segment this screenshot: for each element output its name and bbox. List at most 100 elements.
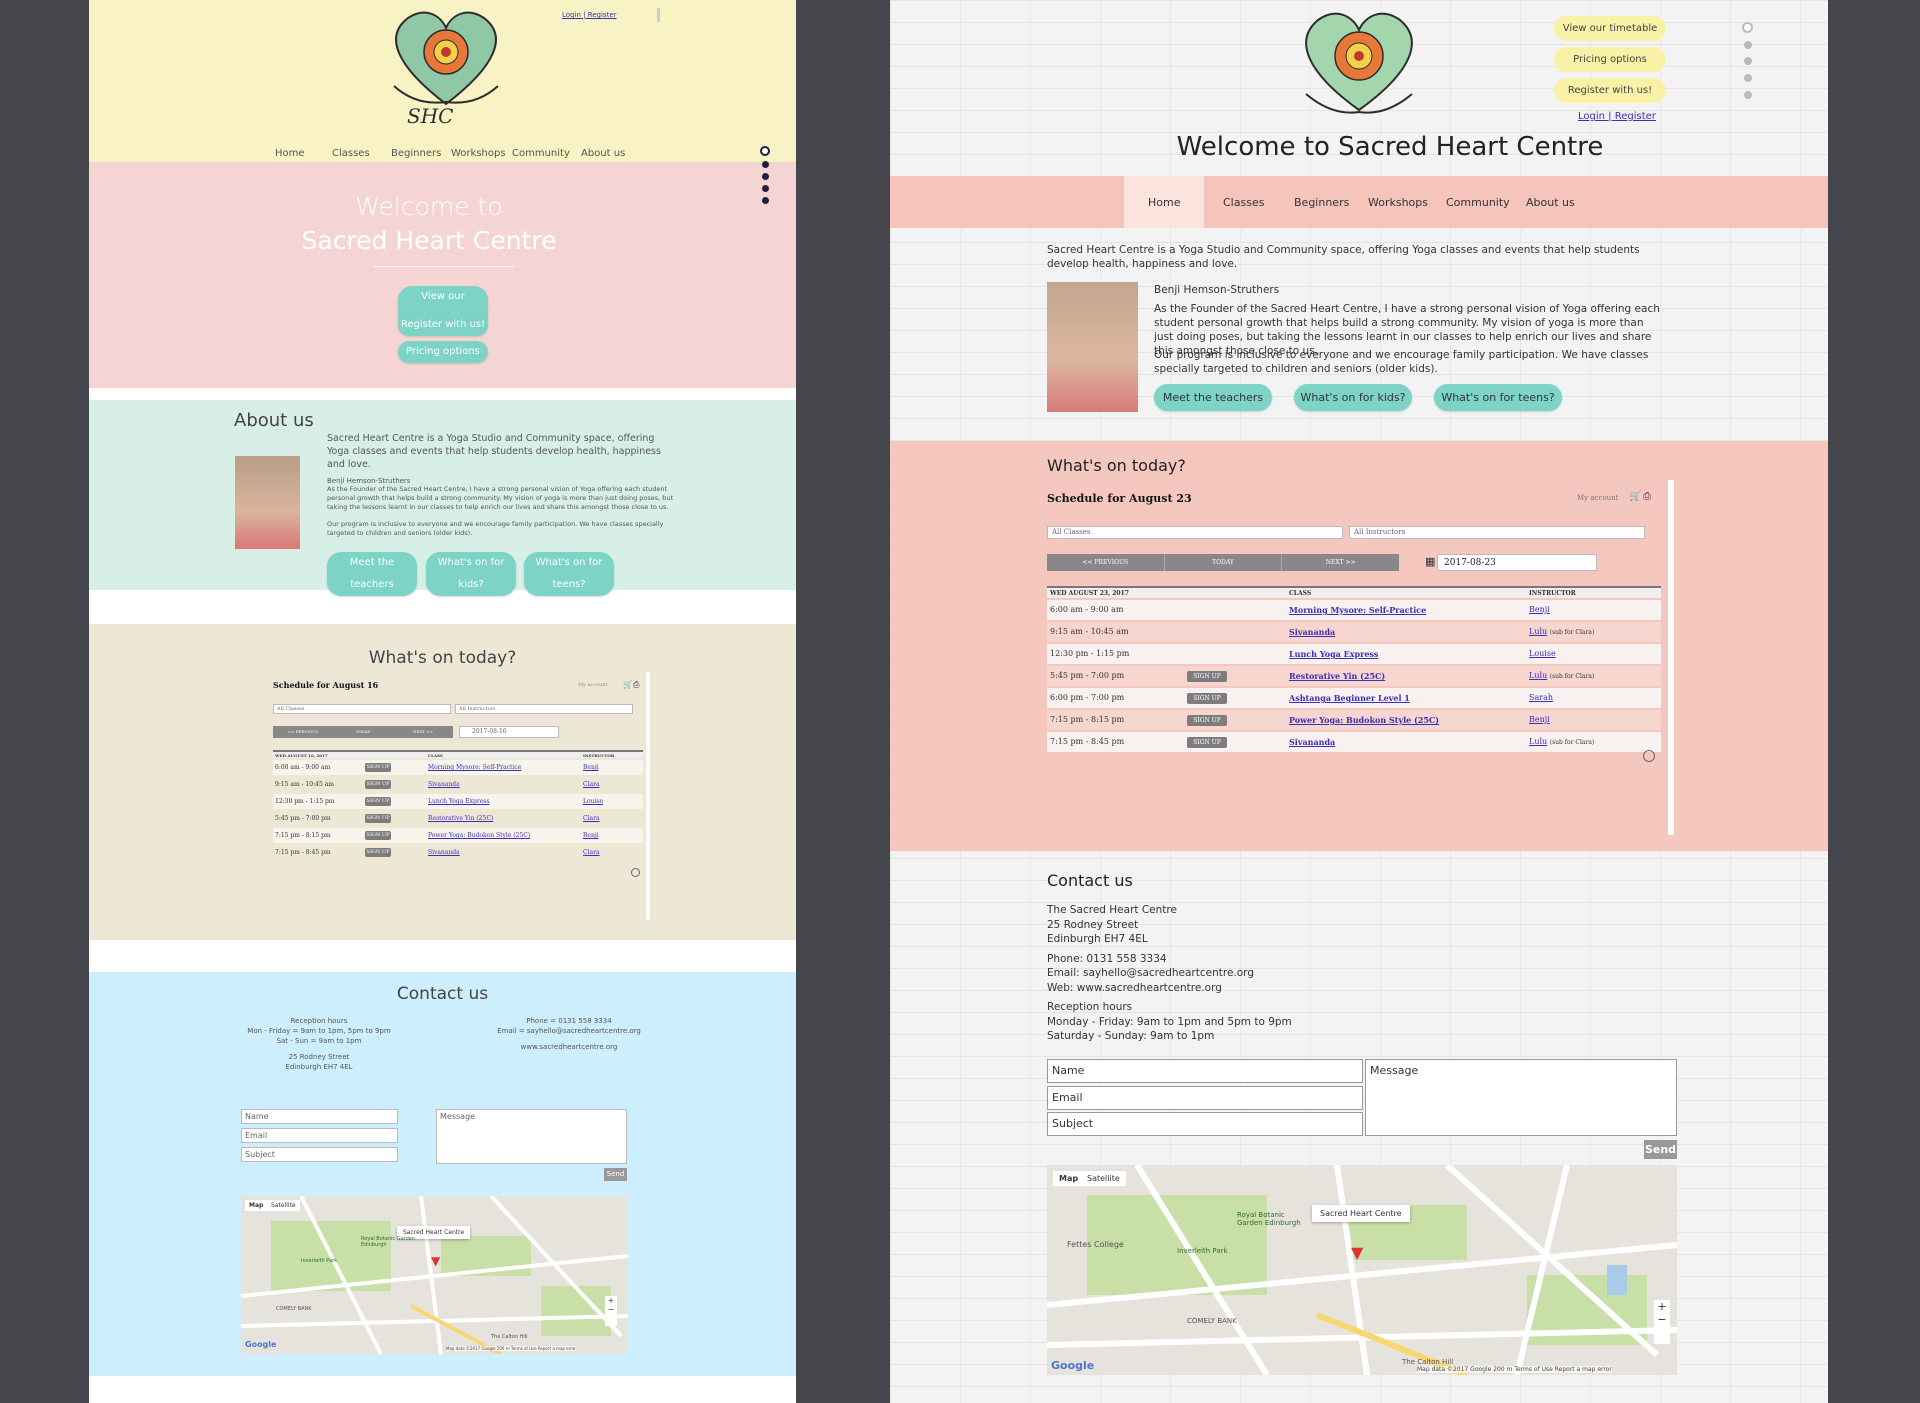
satellite-tab[interactable]: Satellite bbox=[267, 1200, 300, 1211]
cart-icon[interactable]: 🛒 bbox=[623, 680, 633, 689]
nav-community[interactable]: Community bbox=[512, 148, 570, 159]
name-field[interactable]: Name bbox=[1047, 1059, 1363, 1083]
map-tab[interactable]: Map bbox=[245, 1200, 268, 1211]
nav-home[interactable]: Home bbox=[275, 148, 305, 159]
nav-community[interactable]: Community bbox=[1446, 196, 1510, 209]
register-button[interactable]: Register with us! bbox=[398, 314, 488, 336]
row-instructor-link[interactable]: Clara bbox=[583, 845, 600, 860]
instructor-filter-select[interactable]: All Instructors bbox=[1349, 526, 1645, 539]
row-class-link[interactable]: Morning Mysore: Self-Practice bbox=[1289, 600, 1426, 620]
pricing-button[interactable]: Pricing options bbox=[1554, 47, 1666, 72]
row-class-link[interactable]: Sivananda bbox=[1289, 622, 1335, 642]
map-pin-icon[interactable]: ▼ bbox=[431, 1254, 440, 1268]
row-class-link[interactable]: Sivananda bbox=[1289, 732, 1335, 752]
register-button[interactable]: Register with us! bbox=[1554, 78, 1666, 103]
nav-beginners[interactable]: Beginners bbox=[391, 148, 441, 159]
nav-classes[interactable]: Classes bbox=[332, 148, 370, 159]
signup-button[interactable]: SIGN UP bbox=[1187, 671, 1227, 682]
login-register-link[interactable]: Login | Register bbox=[562, 11, 617, 19]
row-class-link[interactable]: Morning Mysore: Self-Practice bbox=[428, 760, 521, 775]
schedule-scrollbar[interactable] bbox=[1668, 480, 1674, 835]
zoom-control[interactable]: + − bbox=[1654, 1300, 1670, 1344]
refresh-icon[interactable] bbox=[1643, 750, 1655, 762]
section-dot-3[interactable] bbox=[762, 173, 769, 180]
section-dot-1[interactable] bbox=[1742, 22, 1753, 33]
nav-about[interactable]: About us bbox=[581, 148, 625, 159]
row-class-link[interactable]: Sivananda bbox=[428, 845, 460, 860]
right-map[interactable]: Map Satellite Sacred Heart Centre ▼ Roya… bbox=[1047, 1165, 1677, 1375]
signup-button[interactable]: SIGN UP bbox=[365, 848, 391, 857]
row-instructor-link[interactable]: Benji bbox=[1529, 715, 1550, 724]
section-dot-1[interactable] bbox=[760, 146, 770, 156]
my-account-link[interactable]: My account bbox=[1577, 494, 1618, 502]
row-instructor-link[interactable]: Lulu bbox=[1529, 737, 1547, 746]
meet-teachers-button[interactable]: Meet the teachers bbox=[327, 552, 417, 596]
subject-field[interactable]: Subject bbox=[1047, 1112, 1363, 1136]
row-class-link[interactable]: Lunch Yoga Express bbox=[1289, 644, 1378, 664]
row-class-link[interactable]: Sivananda bbox=[428, 777, 460, 792]
view-timetable-button[interactable]: View our timetable bbox=[1554, 16, 1666, 41]
row-instructor-link[interactable]: Clara bbox=[583, 777, 600, 792]
map-pin-icon[interactable]: ▼ bbox=[1351, 1243, 1363, 1262]
nav-beginners[interactable]: Beginners bbox=[1294, 196, 1349, 209]
row-instructor-link[interactable]: Benji bbox=[583, 828, 599, 843]
subject-field[interactable]: Subject bbox=[241, 1147, 398, 1162]
next-button[interactable]: NEXT >> bbox=[1282, 554, 1399, 571]
row-class-link[interactable]: Lunch Yoga Express bbox=[428, 794, 489, 809]
section-dot-2[interactable] bbox=[762, 161, 769, 168]
signup-button[interactable]: SIGN UP bbox=[1187, 737, 1227, 748]
nav-workshops[interactable]: Workshops bbox=[451, 148, 506, 159]
name-field[interactable]: Name bbox=[241, 1109, 398, 1124]
signup-button[interactable]: SIGN UP bbox=[365, 831, 391, 840]
row-instructor-link[interactable]: Louise bbox=[583, 794, 603, 809]
section-dot-5[interactable] bbox=[1744, 91, 1752, 99]
row-instructor-link[interactable]: Lulu bbox=[1529, 627, 1547, 636]
signup-button[interactable]: SIGN UP bbox=[1187, 693, 1227, 704]
email-field[interactable]: Email bbox=[1047, 1086, 1363, 1110]
instructor-filter-select[interactable]: All Instructors bbox=[455, 704, 633, 714]
class-filter-select[interactable]: All Classes bbox=[273, 704, 451, 714]
map-tab[interactable]: Map bbox=[1053, 1171, 1085, 1186]
signup-button[interactable]: SIGN UP bbox=[365, 814, 391, 823]
satellite-tab[interactable]: Satellite bbox=[1081, 1171, 1126, 1186]
nav-classes[interactable]: Classes bbox=[1223, 196, 1264, 209]
today-button[interactable]: TODAY bbox=[333, 726, 393, 738]
message-field[interactable]: Message bbox=[436, 1109, 627, 1164]
row-instructor-link[interactable]: Benji bbox=[583, 760, 599, 775]
prev-button[interactable]: << PREVIOUS bbox=[1047, 554, 1165, 571]
my-account-link[interactable]: My account bbox=[578, 682, 608, 688]
section-dot-3[interactable] bbox=[1744, 57, 1752, 65]
signup-button[interactable]: SIGN UP bbox=[365, 780, 391, 789]
email-field[interactable]: Email bbox=[241, 1128, 398, 1143]
date-input[interactable]: 2017-08-23 bbox=[1437, 554, 1597, 571]
signup-button[interactable]: SIGN UP bbox=[365, 797, 391, 806]
meet-teachers-button[interactable]: Meet the teachers bbox=[1154, 384, 1272, 411]
row-class-link[interactable]: Power Yoga: Budokon Style (25C) bbox=[428, 828, 530, 843]
left-map[interactable]: Map Satellite Sacred Heart Centre ▼ Roya… bbox=[241, 1196, 628, 1354]
cart-icon[interactable]: 🛒 bbox=[1629, 491, 1641, 502]
row-instructor-link[interactable]: Sarah bbox=[1529, 693, 1553, 702]
section-dot-5[interactable] bbox=[762, 197, 769, 204]
row-class-link[interactable]: Restorative Yin (25C) bbox=[428, 811, 493, 826]
signup-button[interactable]: SIGN UP bbox=[1187, 715, 1227, 726]
next-button[interactable]: NEXT >> bbox=[393, 726, 453, 738]
nav-about[interactable]: About us bbox=[1526, 196, 1575, 209]
row-instructor-link[interactable]: Louise bbox=[1529, 649, 1556, 658]
nav-workshops[interactable]: Workshops bbox=[1368, 196, 1428, 209]
message-field[interactable]: Message bbox=[1365, 1059, 1677, 1136]
zoom-control[interactable]: + − bbox=[605, 1296, 617, 1326]
row-class-link[interactable]: Restorative Yin (25C) bbox=[1289, 666, 1385, 686]
print-icon[interactable]: ⎙ bbox=[1643, 491, 1651, 502]
teens-button[interactable]: What's on for teens? bbox=[524, 552, 614, 596]
class-filter-select[interactable]: All Classes bbox=[1047, 526, 1343, 539]
pricing-button[interactable]: Pricing options bbox=[398, 341, 488, 363]
schedule-scrollbar[interactable] bbox=[646, 672, 650, 920]
row-class-link[interactable]: Ashtanga Beginner Level 1 bbox=[1289, 688, 1410, 708]
print-icon[interactable]: ⎙ bbox=[633, 680, 639, 690]
section-dot-4[interactable] bbox=[762, 185, 769, 192]
prev-button[interactable]: << PREVIOUS bbox=[273, 726, 333, 738]
login-register-link[interactable]: Login | Register bbox=[1578, 111, 1656, 122]
section-dot-2[interactable] bbox=[1744, 41, 1752, 49]
row-instructor-link[interactable]: Clara bbox=[583, 811, 600, 826]
row-instructor-link[interactable]: Benji bbox=[1529, 605, 1550, 614]
